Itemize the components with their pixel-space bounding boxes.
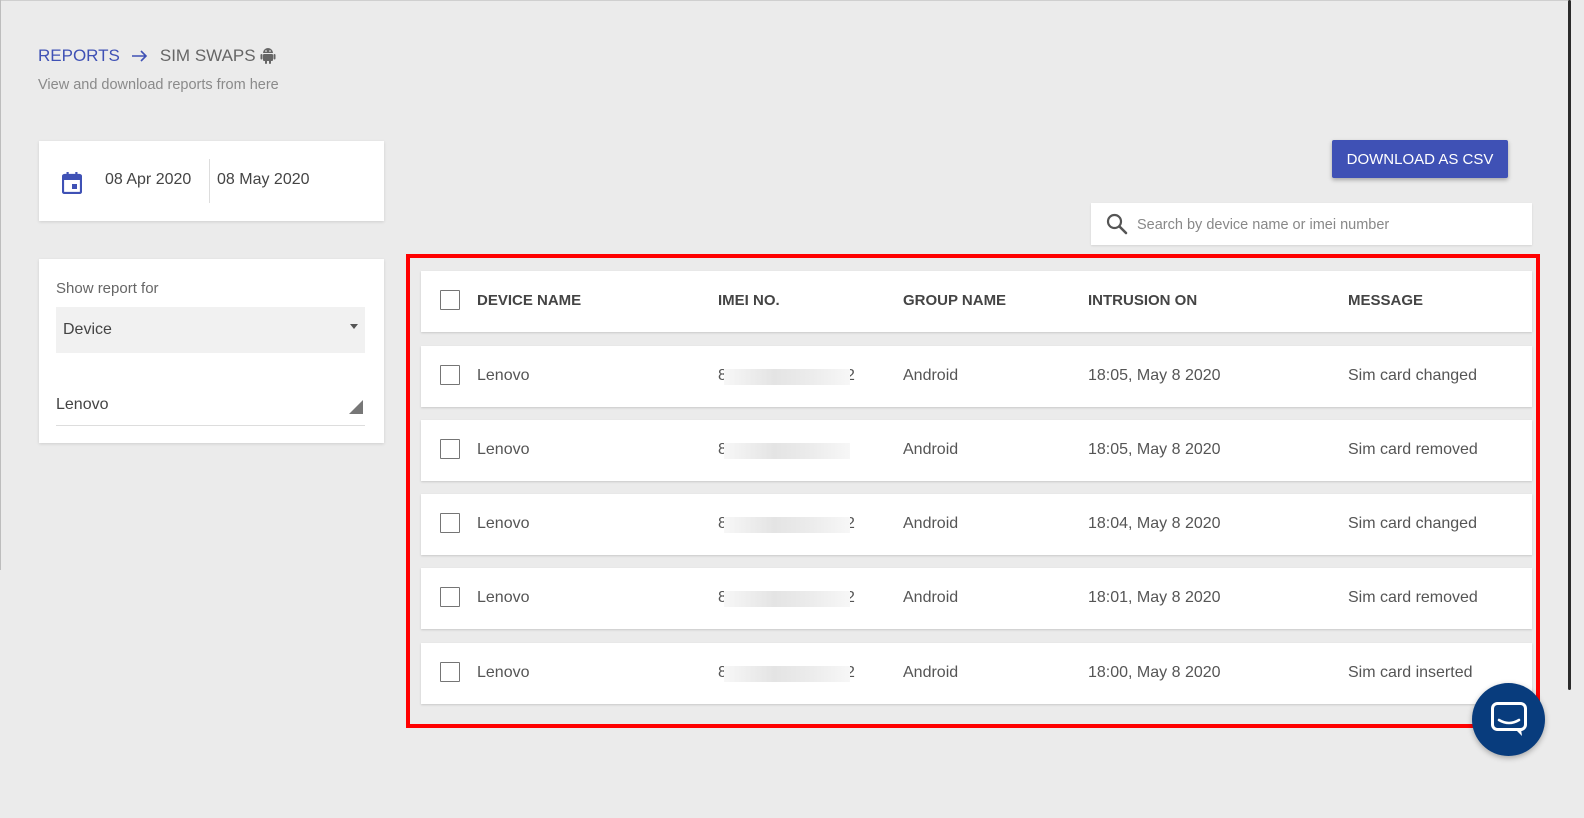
device-name-field[interactable]: Lenovo bbox=[56, 389, 365, 426]
search-icon bbox=[1106, 213, 1128, 235]
select-all-checkbox[interactable] bbox=[440, 290, 460, 310]
header-message[interactable]: MESSAGE bbox=[1348, 292, 1423, 309]
report-type-select[interactable]: Device bbox=[56, 307, 365, 353]
resize-handle-icon[interactable] bbox=[349, 400, 363, 414]
message-cell: Sim card removed bbox=[1348, 441, 1478, 458]
imei-cell: 8 2 bbox=[718, 664, 858, 684]
show-report-for-label: Show report for bbox=[56, 280, 159, 297]
intrusion-time-cell: 18:04, May 8 2020 bbox=[1088, 515, 1221, 532]
table-row[interactable]: Lenovo 8 2 Android 18:00, May 8 2020 Sim… bbox=[421, 643, 1532, 704]
device-name-cell: Lenovo bbox=[477, 664, 530, 681]
group-name-cell: Android bbox=[903, 589, 959, 606]
imei-redaction bbox=[724, 591, 850, 607]
arrow-right-icon bbox=[131, 50, 148, 62]
row-checkbox[interactable] bbox=[440, 513, 460, 533]
date-divider bbox=[209, 159, 210, 203]
imei-cell: 8 bbox=[718, 441, 858, 461]
row-checkbox[interactable] bbox=[440, 439, 460, 459]
device-name-value: Lenovo bbox=[56, 396, 109, 413]
group-name-cell: Android bbox=[903, 441, 959, 458]
page: REPORTS SIM SWAPS View and download repo… bbox=[0, 0, 1584, 818]
header-group-name[interactable]: GROUP NAME bbox=[903, 292, 1006, 309]
start-date[interactable]: 08 Apr 2020 bbox=[105, 171, 191, 189]
header-imei[interactable]: IMEI NO. bbox=[718, 292, 780, 309]
header-device-name[interactable]: DEVICE NAME bbox=[477, 292, 581, 309]
breadcrumb-current: SIM SWAPS bbox=[159, 46, 256, 65]
imei-redaction bbox=[724, 443, 850, 459]
download-csv-button[interactable]: DOWNLOAD AS CSV bbox=[1332, 140, 1508, 178]
table-row[interactable]: Lenovo 8 2 Android 18:01, May 8 2020 Sim… bbox=[421, 568, 1532, 629]
table-row[interactable]: Lenovo 8 Android 18:05, May 8 2020 Sim c… bbox=[421, 420, 1532, 481]
table-row[interactable]: Lenovo 8 2 Android 18:04, May 8 2020 Sim… bbox=[421, 494, 1532, 555]
table-header: DEVICE NAME IMEI NO. GROUP NAME INTRUSIO… bbox=[421, 271, 1532, 332]
end-date[interactable]: 08 May 2020 bbox=[217, 171, 310, 189]
breadcrumb-reports-link[interactable]: REPORTS bbox=[38, 46, 120, 66]
device-name-cell: Lenovo bbox=[477, 367, 530, 384]
message-cell: Sim card changed bbox=[1348, 515, 1477, 532]
row-checkbox[interactable] bbox=[440, 662, 460, 682]
search-input[interactable] bbox=[1135, 203, 1519, 247]
message-cell: Sim card changed bbox=[1348, 367, 1477, 384]
header-intrusion-on[interactable]: INTRUSION ON bbox=[1088, 292, 1197, 309]
top-divider bbox=[0, 0, 1568, 1]
group-name-cell: Android bbox=[903, 515, 959, 532]
report-filter-card: Show report for Device Lenovo bbox=[39, 259, 384, 443]
calendar-icon bbox=[62, 172, 82, 194]
scrollbar[interactable] bbox=[1568, 0, 1584, 818]
device-name-cell: Lenovo bbox=[477, 441, 530, 458]
chevron-down-icon bbox=[350, 324, 358, 329]
message-cell: Sim card inserted bbox=[1348, 664, 1473, 681]
chat-icon bbox=[1491, 702, 1527, 736]
intrusion-time-cell: 18:00, May 8 2020 bbox=[1088, 664, 1221, 681]
report-type-value: Device bbox=[63, 321, 112, 338]
imei-cell: 8 2 bbox=[718, 589, 858, 609]
row-checkbox[interactable] bbox=[440, 587, 460, 607]
device-name-cell: Lenovo bbox=[477, 515, 530, 532]
intrusion-time-cell: 18:05, May 8 2020 bbox=[1088, 367, 1221, 384]
date-range-picker[interactable]: 08 Apr 2020 08 May 2020 bbox=[39, 141, 384, 221]
device-name-cell: Lenovo bbox=[477, 589, 530, 606]
imei-redaction bbox=[724, 517, 850, 533]
breadcrumb: REPORTS SIM SWAPS bbox=[38, 46, 276, 66]
intrusion-time-cell: 18:01, May 8 2020 bbox=[1088, 589, 1221, 606]
imei-redaction bbox=[724, 666, 850, 682]
page-subtitle: View and download reports from here bbox=[38, 77, 279, 93]
group-name-cell: Android bbox=[903, 664, 959, 681]
intrusion-time-cell: 18:05, May 8 2020 bbox=[1088, 441, 1221, 458]
search-box bbox=[1091, 203, 1532, 247]
left-divider bbox=[0, 0, 1, 570]
group-name-cell: Android bbox=[903, 367, 959, 384]
imei-cell: 8 2 bbox=[718, 367, 858, 387]
table-row[interactable]: Lenovo 8 2 Android 18:05, May 8 2020 Sim… bbox=[421, 346, 1532, 407]
row-checkbox[interactable] bbox=[440, 365, 460, 385]
message-cell: Sim card removed bbox=[1348, 589, 1478, 606]
chat-widget-button[interactable] bbox=[1472, 683, 1545, 756]
scrollbar-thumb[interactable] bbox=[1568, 0, 1571, 690]
imei-redaction bbox=[724, 369, 850, 385]
imei-cell: 8 2 bbox=[718, 515, 858, 535]
android-icon bbox=[260, 48, 276, 64]
